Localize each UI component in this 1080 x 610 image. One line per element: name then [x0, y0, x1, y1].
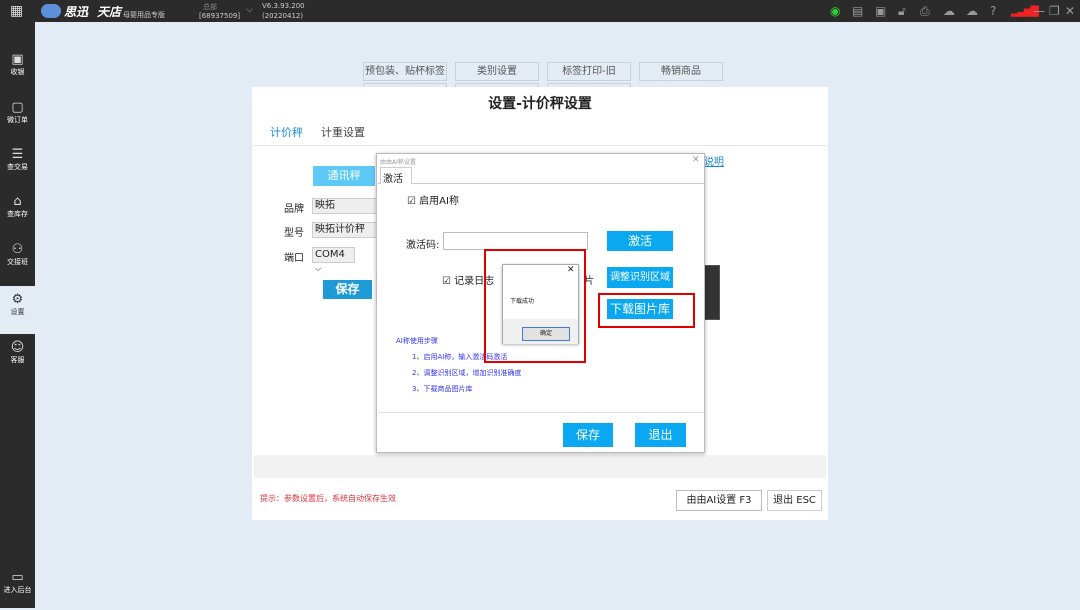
cashier-icon: ▣ — [11, 52, 24, 67]
order-icon: ▢ — [11, 100, 24, 115]
help-icon[interactable]: ? — [990, 4, 996, 18]
version: V6.3.93.200 — [262, 2, 305, 10]
store-id: [68937509] — [199, 12, 241, 20]
sidebar-item-cashier[interactable]: ▣ 收银 — [0, 46, 35, 92]
tab-prepack-label[interactable]: 预包装、贴杯标签 — [363, 62, 447, 81]
page-title: 设置-计价秤设置 — [488, 96, 592, 112]
scale-icon[interactable]: ◉ — [830, 4, 840, 18]
close-icon[interactable]: ✕ — [1065, 4, 1075, 18]
tab-category-settings[interactable]: 类别设置 — [455, 62, 539, 81]
highlight-box — [598, 293, 695, 328]
logo-icon — [41, 4, 61, 18]
brand-name-2: 天店 — [97, 5, 122, 19]
sidebar-item-orders[interactable]: ▢ 微订单 — [0, 94, 35, 140]
sidebar-label: 进入后台 — [3, 586, 32, 594]
dialog-title: 由由AI称设置 — [380, 159, 416, 166]
sidebar-label: 交接班 — [7, 258, 28, 266]
support-icon: ☺ — [10, 340, 25, 355]
dialog-exit-button[interactable]: 退出 — [635, 423, 686, 447]
sidebar-item-backend[interactable]: ▭ 进入后台 — [0, 564, 35, 610]
port-select[interactable]: COM4 ⌵ — [312, 247, 355, 273]
edition: 母婴用品专版 — [123, 11, 165, 19]
tab-activate[interactable]: 激活 — [380, 167, 412, 185]
port-label: 端口 — [284, 253, 304, 264]
tab-price-scale[interactable]: 计价秤 — [270, 124, 303, 140]
sidebar-item-shift[interactable]: ⚇ 交接班 — [0, 236, 35, 282]
adjust-region-button[interactable]: 调整识别区域 — [607, 267, 673, 288]
sidebar-item-inventory[interactable]: ⌂ 查库存 — [0, 188, 35, 234]
sidebar-item-support[interactable]: ☺ 客服 — [0, 334, 35, 380]
tab-bestsellers[interactable]: 畅销商品 — [639, 62, 723, 81]
chevron-down-icon: ⌵ — [315, 264, 322, 273]
step-item: 2、调整识别区域，增加识别准确度 — [412, 369, 522, 377]
cloud-icon[interactable]: ☁ — [943, 4, 955, 18]
steps-title: AI称使用步骤 — [396, 337, 438, 345]
brand-label: 品牌 — [284, 204, 304, 215]
minimize-icon[interactable]: — — [1033, 4, 1045, 18]
brand-select[interactable]: 映拓 — [312, 198, 382, 214]
step-item: 3、下载商品图片库 — [412, 385, 473, 393]
ai-settings-button[interactable]: 由由AI设置 F3 — [676, 490, 762, 511]
exit-button[interactable]: 退出 ESC — [767, 490, 822, 511]
apps-grid-icon[interactable]: ▦ — [10, 3, 23, 19]
sidebar-label: 设置 — [10, 308, 25, 316]
build-date: (20220412) — [262, 12, 304, 20]
restore-icon[interactable]: ❐ — [1049, 4, 1060, 18]
sidebar: ▣ 收银 ▢ 微订单 ☰ 查交易 ⌂ 查库存 ⚇ 交接班 ⚙ 设置 ☺ 客服 ▭ 进入后台 — [0, 22, 35, 608]
sidebar-label: 收银 — [10, 68, 25, 76]
highlight-box — [484, 249, 586, 363]
sidebar-label: 客服 — [10, 356, 25, 364]
save-button[interactable]: 保存 — [323, 280, 372, 299]
model-label: 型号 — [284, 228, 304, 239]
close-icon[interactable]: ✕ — [692, 155, 700, 165]
lock-icon[interactable]: 🔓︎ — [898, 4, 906, 19]
cloud-upload-icon[interactable]: ☁ — [966, 4, 978, 18]
tip-text: 提示：参数设置后，系统自动保存生效 — [260, 494, 396, 503]
gray-area — [254, 455, 826, 478]
gear-icon: ⚙ — [11, 292, 24, 307]
top-bar: ▦ 思迅 天店 母婴用品专版 总部 [68937509] ⌵ V6.3.93.2… — [0, 0, 1080, 22]
store-name[interactable]: 总部 — [203, 2, 217, 12]
enable-ai-checkbox[interactable]: ☑ 启用AI称 — [407, 192, 459, 207]
activation-code-input[interactable] — [443, 232, 588, 250]
port-value: COM4 — [315, 249, 345, 260]
enable-ai-label: 启用AI称 — [419, 196, 459, 207]
sidebar-label: 微订单 — [7, 116, 28, 124]
keyboard-icon[interactable]: ▤ — [852, 4, 863, 18]
dialog-save-button[interactable]: 保存 — [563, 423, 613, 447]
printer-icon[interactable]: ⎙ — [920, 4, 930, 19]
activate-button[interactable]: 激活 — [607, 231, 673, 251]
sidebar-item-transactions[interactable]: ☰ 查交易 — [0, 141, 35, 187]
chevron-down-icon[interactable]: ⌵ — [246, 5, 253, 15]
help-link[interactable]: 说明 — [704, 153, 724, 168]
monitor-icon: ▭ — [11, 570, 24, 585]
comm-scale-button[interactable]: 通讯秤 — [313, 166, 375, 186]
cashbox-icon[interactable]: ▣ — [875, 4, 886, 18]
sidebar-label: 查交易 — [7, 163, 28, 171]
sidebar-item-settings[interactable]: ⚙ 设置 — [0, 286, 35, 334]
transaction-icon: ☰ — [11, 147, 24, 162]
inventory-icon: ⌂ — [13, 194, 22, 209]
tab-weight-settings[interactable]: 计重设置 — [321, 124, 365, 140]
shift-icon: ⚇ — [11, 242, 24, 257]
brand-name: 思迅 — [64, 5, 89, 19]
code-label: 激活码: — [406, 240, 440, 251]
divider — [252, 145, 828, 146]
model-select[interactable]: 映拓计价秤 — [312, 222, 382, 238]
sidebar-label: 查库存 — [7, 210, 28, 218]
tab-label-print-old[interactable]: 标签打印-旧 — [547, 62, 631, 81]
